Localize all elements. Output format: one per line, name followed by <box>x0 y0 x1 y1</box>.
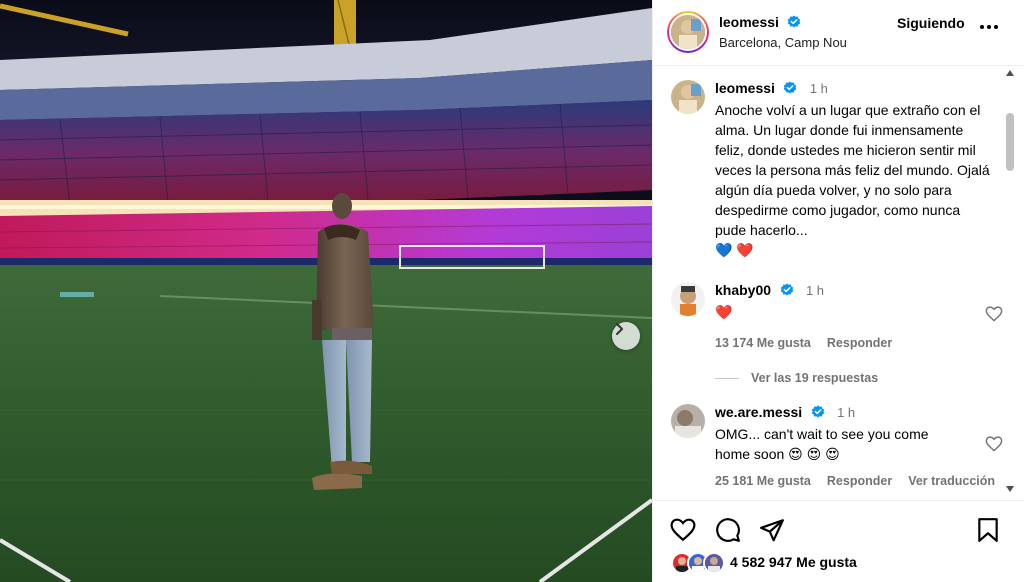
comment-icon[interactable] <box>715 517 741 543</box>
next-photo-button[interactable] <box>612 322 640 350</box>
chevron-right-icon <box>616 323 623 335</box>
comment-like-heart-icon[interactable] <box>985 436 1003 452</box>
avatar-image <box>671 15 705 49</box>
commenter-username[interactable]: we.are.messi <box>715 404 802 420</box>
caption-avatar[interactable] <box>671 80 705 114</box>
post-likes-count[interactable]: 4 582 947 Me gusta <box>730 554 857 570</box>
scrollbar-thumb[interactable] <box>1006 113 1014 171</box>
comment-time: 1 h <box>837 405 856 420</box>
comment-text: OMG... can't wait to see you come home s… <box>715 426 929 462</box>
comment-likes-count[interactable]: 25 181 Me gusta <box>715 474 811 488</box>
comments-list[interactable]: leomessi 1 h Anoche volví a un lugar que… <box>653 67 1024 497</box>
post-panel: leomessi Barcelona, Camp Nou Siguiendo l… <box>652 0 1024 582</box>
heart-icon[interactable] <box>670 518 696 542</box>
verified-badge-icon <box>780 283 793 296</box>
more-options-icon[interactable] <box>979 24 999 30</box>
post-header: leomessi Barcelona, Camp Nou Siguiendo <box>653 0 1024 66</box>
avatar-image <box>671 282 705 316</box>
avatar-image <box>671 404 705 438</box>
view-replies-button[interactable]: Ver las 19 respuestas <box>715 371 878 385</box>
comment-likes-count[interactable]: 13 174 Me gusta <box>715 336 811 350</box>
author-username[interactable]: leomessi <box>719 14 779 30</box>
scroll-down-arrow-icon[interactable] <box>1006 486 1014 492</box>
post-photo[interactable] <box>0 0 652 582</box>
author-avatar[interactable] <box>667 11 709 53</box>
post-location[interactable]: Barcelona, Camp Nou <box>719 35 847 50</box>
reply-button[interactable]: Responder <box>827 474 892 488</box>
scroll-up-arrow-icon[interactable] <box>1006 70 1014 76</box>
stadium-photo <box>0 0 652 582</box>
commenter-avatar[interactable] <box>671 404 705 438</box>
verified-badge-icon <box>788 15 801 28</box>
comment-time: 1 h <box>805 283 825 298</box>
translate-button[interactable]: Ver traducción <box>908 474 995 488</box>
avatar-image <box>671 80 705 114</box>
following-button[interactable]: Siguiendo <box>897 15 965 31</box>
caption-emoji: 💙 ❤️ <box>715 242 754 258</box>
caption-username[interactable]: leomessi <box>715 80 775 96</box>
view-replies-label: Ver las 19 respuestas <box>751 371 879 385</box>
verified-badge-icon <box>811 405 824 418</box>
verified-badge-icon <box>784 81 797 94</box>
caption-text: Anoche volví a un lugar que extraño con … <box>715 102 990 238</box>
comment-text: ❤️ <box>715 304 733 320</box>
liker-avatar <box>703 552 725 574</box>
reply-button[interactable]: Responder <box>827 336 892 350</box>
share-icon[interactable] <box>759 517 785 543</box>
commenter-avatar[interactable] <box>671 282 705 316</box>
bookmark-icon[interactable] <box>976 517 1000 543</box>
comment-like-heart-icon[interactable] <box>985 306 1003 322</box>
caption-time: 1 h <box>809 81 828 96</box>
divider-line <box>715 378 739 380</box>
commenter-username[interactable]: khaby00 <box>715 282 771 298</box>
